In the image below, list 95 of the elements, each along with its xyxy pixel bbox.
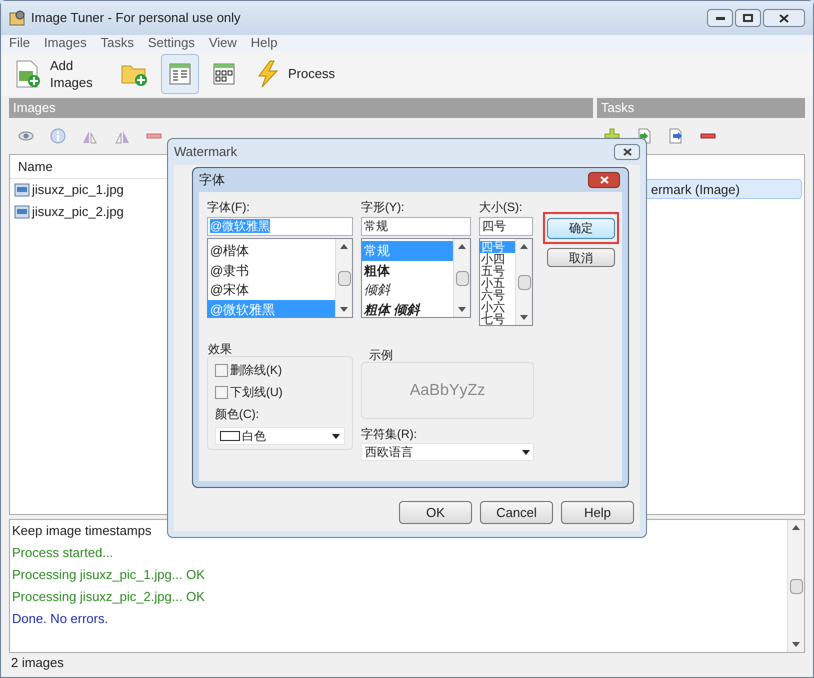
list-item[interactable]: 小四 [480, 253, 515, 265]
maximize-icon [743, 14, 753, 22]
font-list[interactable]: @楷体 @隶书 @宋体 @微软雅黑 [207, 238, 353, 318]
checkbox[interactable] [215, 364, 228, 376]
close-icon [600, 176, 608, 184]
panel-header: Tasks [597, 98, 805, 118]
menu-item[interactable]: Help [250, 33, 278, 53]
scroll-thumb[interactable] [338, 270, 350, 286]
log-line: Keep image timestamps [12, 522, 152, 540]
list-item[interactable]: 倾斜 [362, 280, 453, 300]
list-item[interactable]: 小五 [480, 277, 515, 289]
checkbox-label: 下划线(U) [230, 384, 283, 401]
list-item[interactable]: @楷体 [208, 241, 335, 260]
minimize-icon [716, 16, 724, 20]
menu-item[interactable]: Tasks [100, 33, 134, 53]
app-icon [9, 10, 27, 26]
dialog-button[interactable]: Help [561, 501, 634, 524]
scroll-down-icon[interactable] [340, 307, 348, 313]
status-text: 2 images [10, 654, 65, 672]
maximize-button[interactable] [735, 9, 761, 27]
scroll-down-icon[interactable] [458, 307, 466, 313]
sample-text: AaBbYyZz [410, 380, 486, 400]
log-line: Processing jisuxz_pic_2.jpg... OK [12, 588, 206, 606]
scroll-thumb[interactable] [456, 270, 468, 286]
list-item[interactable]: 小六 [480, 301, 515, 313]
dialog-title: 字体 [199, 171, 225, 190]
details-view-icon [168, 62, 192, 86]
close-button[interactable] [588, 172, 620, 188]
lightning-icon [256, 60, 280, 88]
scrollbar[interactable] [515, 239, 532, 325]
jpg-file-icon [14, 205, 30, 219]
scrollbar[interactable] [335, 239, 352, 317]
color-dropdown[interactable]: 白色 [215, 427, 345, 445]
file-name[interactable]: jisuxz_pic_2.jpg [32, 202, 124, 222]
log-line: Done. No errors. [12, 610, 110, 628]
list-item[interactable]: 五号 [480, 265, 515, 277]
close-icon [622, 148, 632, 156]
size-field[interactable]: 四号 [479, 217, 533, 236]
field-label: 字符集(R): [361, 426, 418, 443]
toolbar-button[interactable]: Add Images [7, 54, 107, 94]
dialog-button[interactable]: Cancel [480, 501, 553, 524]
close-button[interactable] [614, 144, 640, 160]
log-line: Process started... [12, 544, 114, 562]
menu-item[interactable]: Images [44, 33, 87, 53]
dialog-button[interactable]: OK [399, 501, 472, 524]
field-label: 字体(F): [207, 199, 251, 215]
menu-item[interactable]: View [208, 33, 237, 53]
scroll-up-icon[interactable] [520, 243, 528, 249]
checkbox[interactable] [215, 386, 228, 398]
toolbar-button[interactable] [161, 54, 199, 94]
window-title: Image Tuner - For personal use only [31, 9, 241, 28]
file-export-icon[interactable] [667, 127, 685, 145]
style-list[interactable]: 常规 粗体 倾斜 粗体 倾斜 [361, 238, 471, 318]
list-item[interactable]: 七号 [480, 313, 515, 325]
dialog-title: Watermark [174, 143, 238, 162]
checkbox-label: 删除线(K) [230, 362, 282, 379]
dropdown-arrow-icon [522, 450, 530, 454]
list-item[interactable]: 粗体 [362, 260, 453, 280]
style-field[interactable]: 常规 [361, 217, 471, 236]
field-label: 字形(Y): [361, 199, 406, 215]
scroll-down-icon[interactable] [520, 315, 528, 321]
list-item[interactable]: @隶书 [208, 260, 335, 280]
scrollbar[interactable] [453, 239, 470, 317]
scroll-down-icon[interactable] [792, 642, 800, 648]
minimize-button[interactable] [707, 9, 733, 27]
menu-item[interactable]: Settings [148, 33, 195, 53]
close-icon [779, 14, 789, 22]
scroll-up-icon[interactable] [792, 524, 800, 530]
field-label: 大小(S): [479, 199, 524, 215]
scrollbar[interactable] [787, 520, 804, 652]
panel-header: Images [9, 98, 593, 118]
file-name[interactable]: jisuxz_pic_1.jpg [32, 180, 124, 200]
scroll-up-icon[interactable] [458, 243, 466, 249]
dropdown-arrow-icon [332, 434, 340, 438]
list-item[interactable]: 粗体 倾斜 [362, 300, 453, 317]
log-line: Processing jisuxz_pic_1.jpg... OK [12, 566, 206, 584]
scroll-up-icon[interactable] [340, 243, 348, 249]
close-button[interactable] [763, 9, 805, 27]
field-label: 颜色(C): [215, 406, 260, 423]
list-item[interactable]: @宋体 [208, 280, 335, 300]
toolbar-button[interactable]: Process [249, 54, 342, 94]
list-item[interactable]: 六号 [480, 289, 515, 301]
info-icon[interactable] [49, 127, 67, 145]
charset-dropdown[interactable]: 西欧语言 [361, 443, 534, 461]
cancel-button[interactable]: 取消 [547, 248, 615, 267]
thumbnails-view-icon [212, 62, 236, 86]
scroll-thumb[interactable] [518, 274, 530, 290]
confirm-button[interactable]: 确定 [547, 218, 615, 238]
menu-item[interactable]: File [9, 33, 30, 53]
scroll-thumb[interactable] [790, 578, 802, 594]
group-title: 示例 [368, 348, 394, 362]
jpg-file-icon [14, 183, 30, 197]
group-title: 效果 [207, 342, 233, 356]
image-add-icon [14, 58, 42, 88]
size-list[interactable]: 四号 小四 五号 小五 六号 小六 七号 [479, 238, 533, 326]
